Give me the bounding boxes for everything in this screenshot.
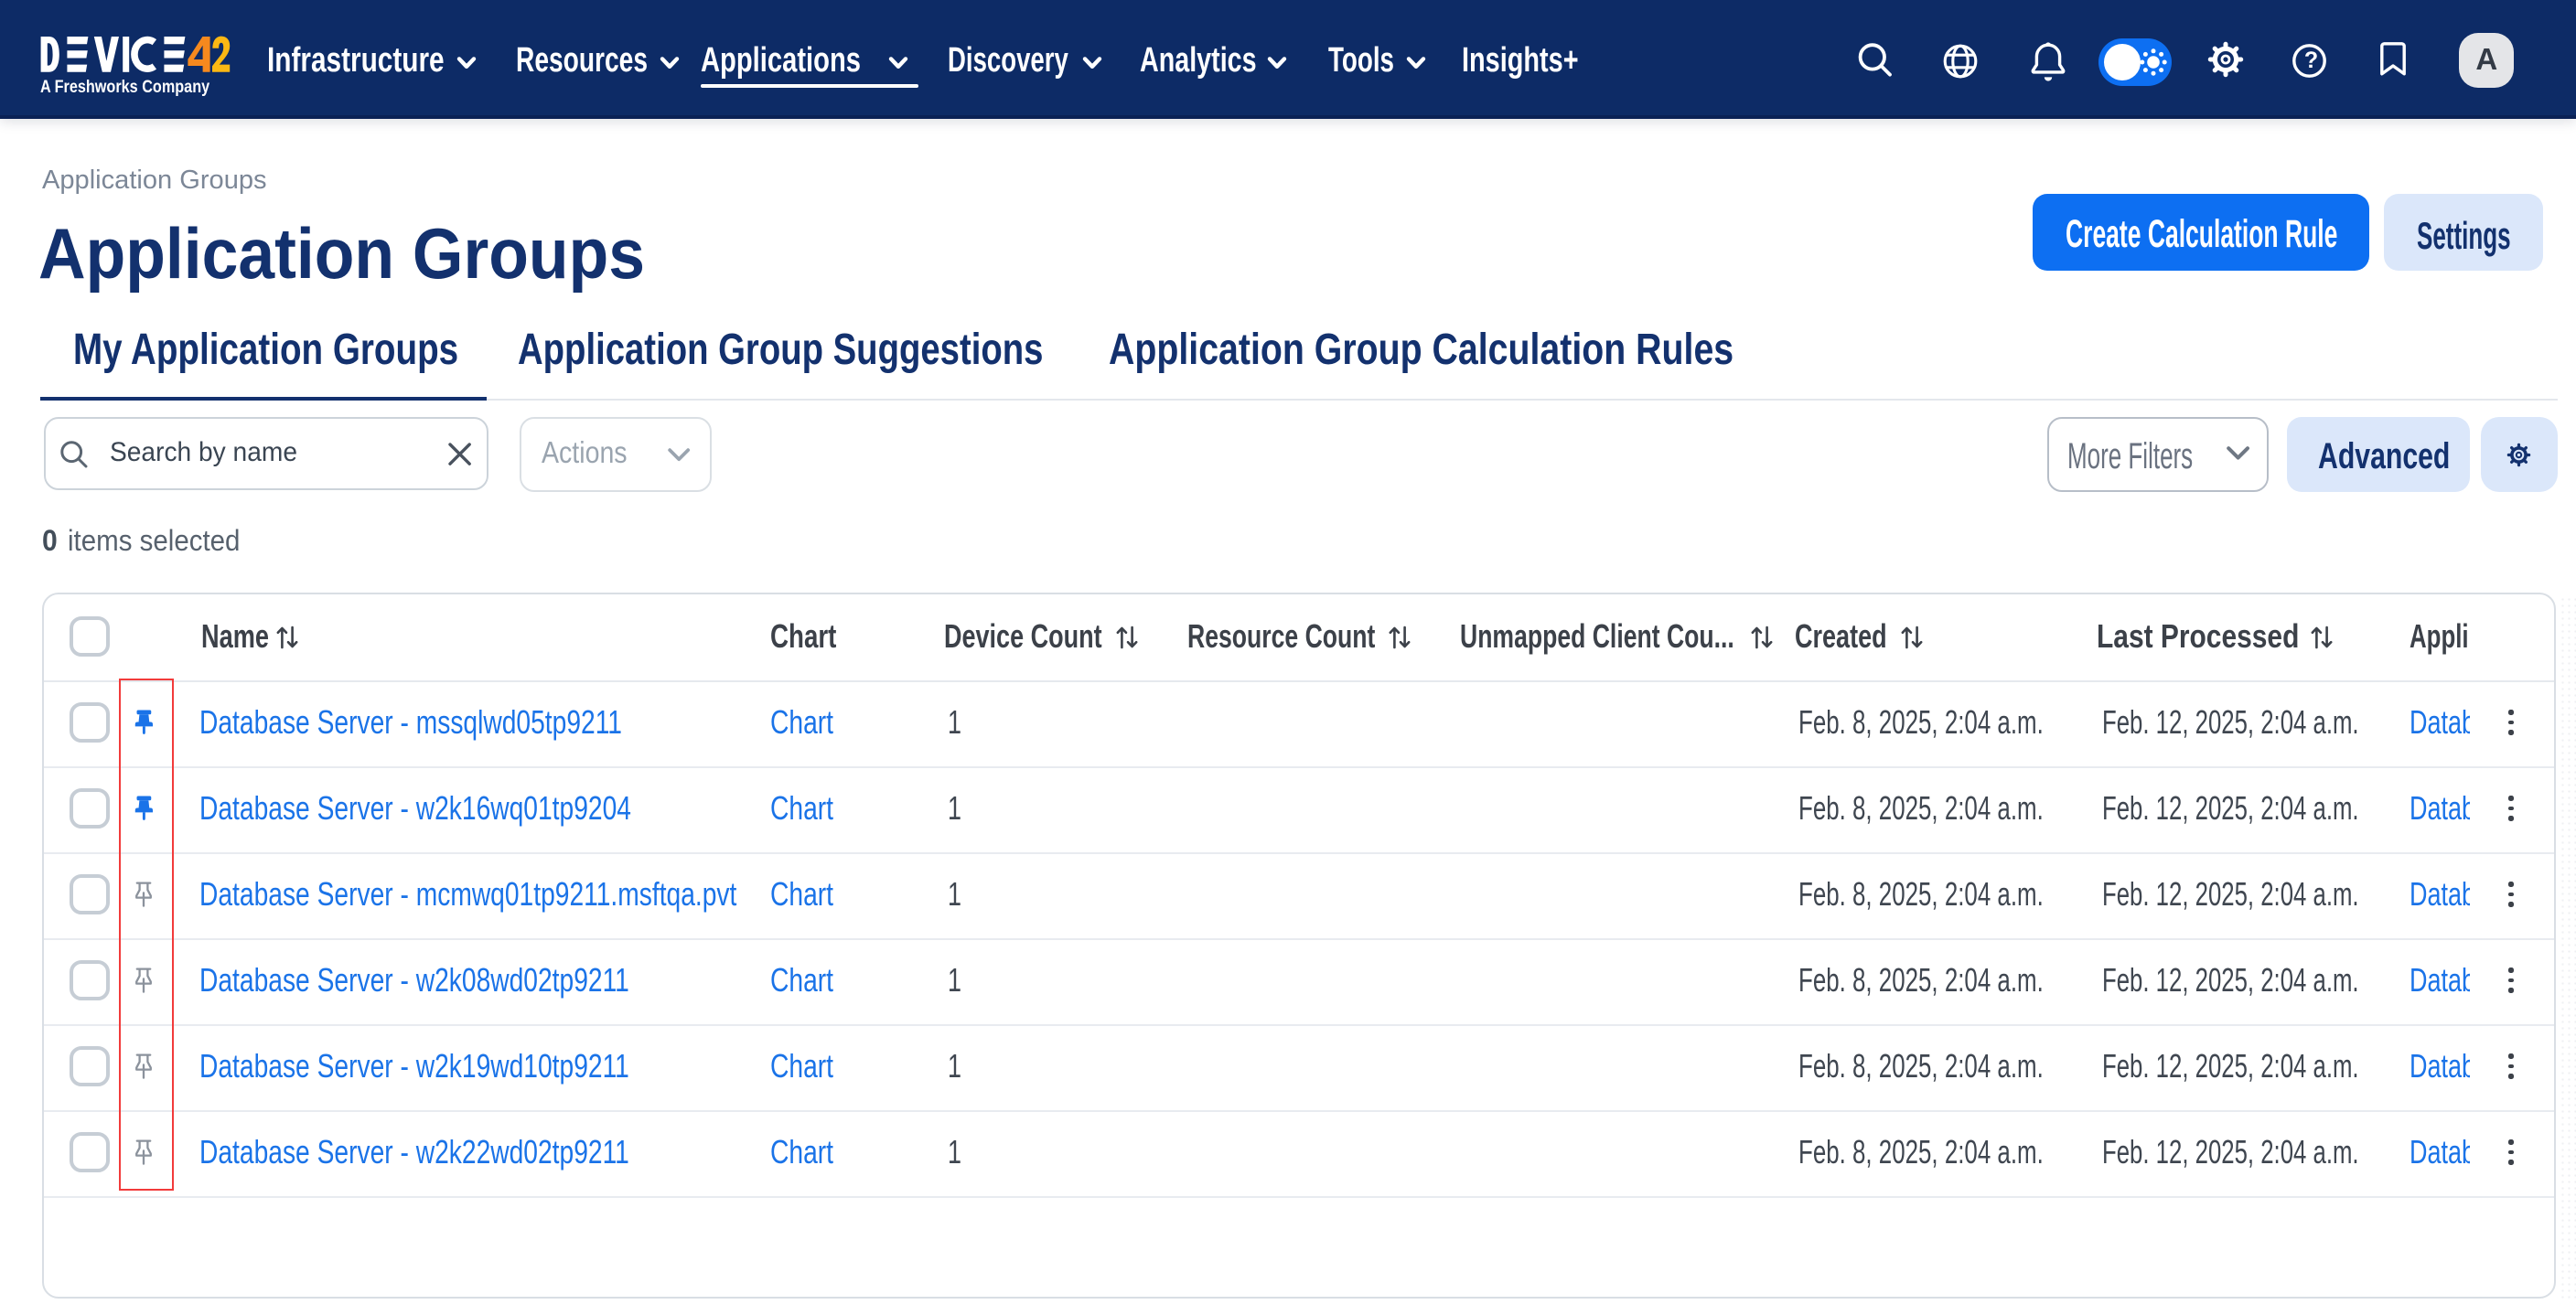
svg-text:A Freshworks Company: A Freshworks Company xyxy=(40,77,209,96)
